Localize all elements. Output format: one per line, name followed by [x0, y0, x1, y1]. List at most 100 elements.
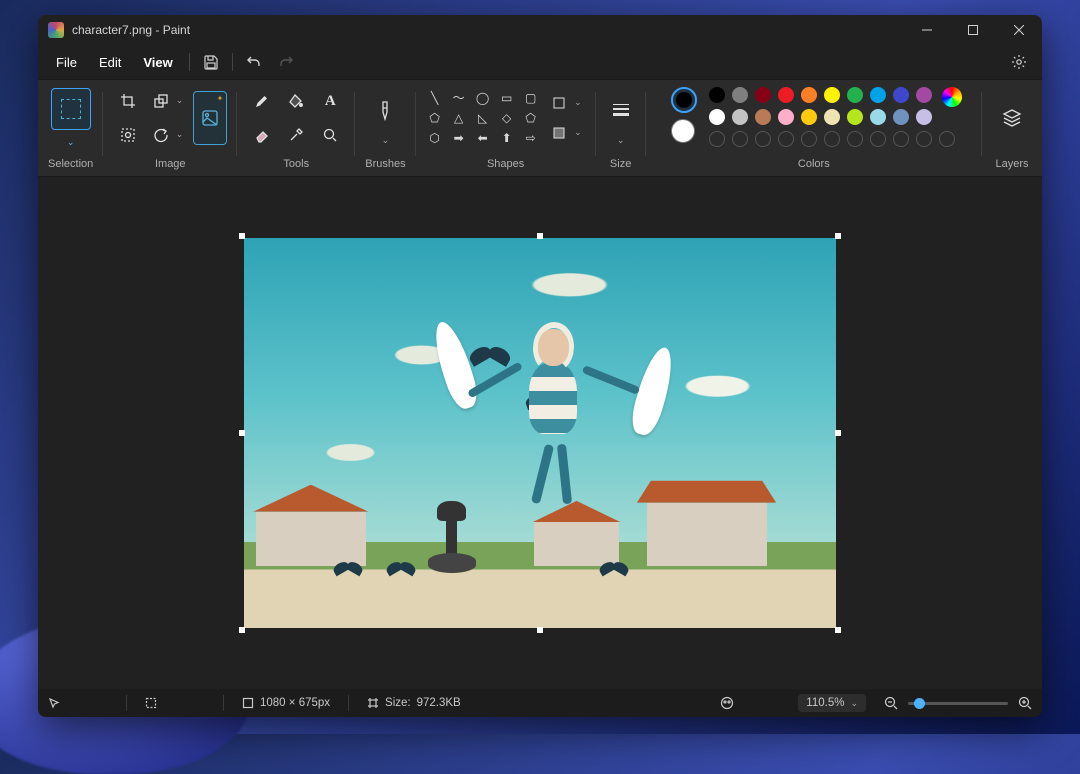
color-swatch[interactable]	[801, 87, 817, 103]
shape-curve[interactable]: 〜	[453, 92, 465, 104]
resize-handle-mr[interactable]	[835, 430, 841, 436]
generative-erase-button[interactable]: ✦	[193, 91, 227, 145]
color-swatch[interactable]	[893, 109, 909, 125]
shape-roundrect[interactable]: ▢	[525, 92, 536, 104]
save-button[interactable]	[196, 47, 226, 77]
settings-button[interactable]	[1004, 47, 1034, 77]
custom-color-slot[interactable]	[916, 131, 932, 147]
shape-diamond[interactable]: ◇	[502, 112, 511, 124]
color-swatch[interactable]	[847, 109, 863, 125]
menu-separator	[189, 53, 190, 71]
color-swatch[interactable]	[778, 87, 794, 103]
color-swatch[interactable]	[755, 87, 771, 103]
custom-color-slot[interactable]	[801, 131, 817, 147]
canvas-area[interactable]	[38, 177, 1042, 689]
custom-color-slot[interactable]	[778, 131, 794, 147]
undo-button[interactable]	[239, 47, 269, 77]
shape-arrow-right[interactable]: ➡	[454, 132, 464, 144]
color-swatch[interactable]	[893, 87, 909, 103]
layers-button[interactable]	[992, 98, 1032, 138]
custom-color-slot[interactable]	[824, 131, 840, 147]
shapes-gallery[interactable]: ╲ 〜 ◯ ▭ ▢ ⬠ △ ◺ ◇ ⬠ ⬡ ➡ ⬅ ⬆ ⇨	[426, 90, 540, 146]
resize-handle-bm[interactable]	[537, 627, 543, 633]
maximize-button[interactable]	[950, 15, 996, 45]
shape-pentagon[interactable]: ⬠	[525, 112, 535, 124]
resize-handle-br[interactable]	[835, 627, 841, 633]
menu-edit[interactable]: Edit	[89, 51, 131, 74]
resize-handle-ml[interactable]	[239, 430, 245, 436]
resize-handle-bl[interactable]	[239, 627, 245, 633]
custom-color-slot[interactable]	[847, 131, 863, 147]
group-tools: A Tools	[237, 84, 355, 176]
zoom-in-button[interactable]	[1018, 696, 1032, 710]
color-swatch[interactable]	[709, 109, 725, 125]
magnifier-tool[interactable]	[315, 120, 345, 150]
shape-outline-button[interactable]	[546, 90, 586, 116]
resize-handle-tm[interactable]	[537, 233, 543, 239]
color-1-swatch[interactable]	[671, 87, 697, 113]
custom-color-slot[interactable]	[870, 131, 886, 147]
close-button[interactable]	[996, 15, 1042, 45]
color-swatch[interactable]	[732, 87, 748, 103]
zoom-slider[interactable]	[908, 702, 1008, 705]
color-swatch[interactable]	[778, 109, 794, 125]
color-picker-tool[interactable]	[281, 120, 311, 150]
shape-line[interactable]: ╲	[431, 92, 438, 104]
brushes-button[interactable]	[370, 91, 400, 131]
size-button[interactable]	[606, 91, 636, 131]
shape-hexagon[interactable]: ⬡	[429, 132, 439, 144]
minimize-button[interactable]	[904, 15, 950, 45]
shape-triangle[interactable]: △	[454, 112, 463, 124]
shape-right-triangle[interactable]: ◺	[478, 112, 487, 124]
shape-rect[interactable]: ▭	[501, 92, 512, 104]
custom-color-slot[interactable]	[732, 131, 748, 147]
rotate-button[interactable]	[147, 120, 187, 150]
shape-polygon[interactable]: ⬠	[429, 112, 439, 124]
pencil-tool[interactable]	[247, 86, 277, 116]
status-copilot[interactable]	[720, 696, 780, 710]
color-swatch[interactable]	[709, 87, 725, 103]
eraser-tool[interactable]	[247, 120, 277, 150]
color-swatch[interactable]	[732, 109, 748, 125]
fill-tool[interactable]	[281, 86, 311, 116]
custom-color-slot[interactable]	[755, 131, 771, 147]
selection-tool[interactable]	[51, 88, 91, 130]
paint-window: character7.png - Paint File Edit View	[38, 15, 1042, 717]
crop-button[interactable]	[113, 86, 143, 116]
shape-arrow-down[interactable]: ⇨	[526, 132, 536, 144]
menu-file[interactable]: File	[46, 51, 87, 74]
color-swatch[interactable]	[755, 109, 771, 125]
color-swatch[interactable]	[916, 87, 932, 103]
color-swatch[interactable]	[870, 109, 886, 125]
color-swatch[interactable]	[916, 109, 932, 125]
resize-handle-tl[interactable]	[239, 233, 245, 239]
menu-view[interactable]: View	[133, 51, 182, 74]
shape-oval[interactable]: ◯	[476, 92, 489, 104]
group-layers-label: Layers	[995, 154, 1028, 176]
zoom-out-button[interactable]	[884, 696, 898, 710]
redo-button[interactable]	[271, 47, 301, 77]
color-swatch[interactable]	[870, 87, 886, 103]
remove-background-button[interactable]	[113, 120, 143, 150]
resize-button[interactable]	[147, 86, 187, 116]
shape-arrow-up[interactable]: ⬆	[502, 132, 512, 144]
custom-color-slot[interactable]	[939, 131, 955, 147]
shape-fill-button[interactable]	[546, 120, 586, 146]
group-size: ⌄ Size	[596, 84, 646, 176]
custom-color-slot[interactable]	[709, 131, 725, 147]
group-layers: Layers	[982, 84, 1042, 176]
shape-arrow-left[interactable]: ⬅	[478, 132, 488, 144]
color-swatch[interactable]	[847, 87, 863, 103]
file-size-label: Size:	[385, 697, 411, 709]
text-tool[interactable]: A	[315, 86, 345, 116]
canvas-image[interactable]	[244, 238, 836, 628]
group-tools-label: Tools	[283, 154, 309, 176]
color-2-swatch[interactable]	[671, 119, 695, 143]
custom-color-slot[interactable]	[893, 131, 909, 147]
edit-colors-button[interactable]	[942, 87, 962, 107]
color-swatch[interactable]	[801, 109, 817, 125]
color-swatch[interactable]	[824, 87, 840, 103]
color-swatch[interactable]	[824, 109, 840, 125]
zoom-level-box[interactable]: 110.5% ⌄	[798, 694, 866, 712]
resize-handle-tr[interactable]	[835, 233, 841, 239]
